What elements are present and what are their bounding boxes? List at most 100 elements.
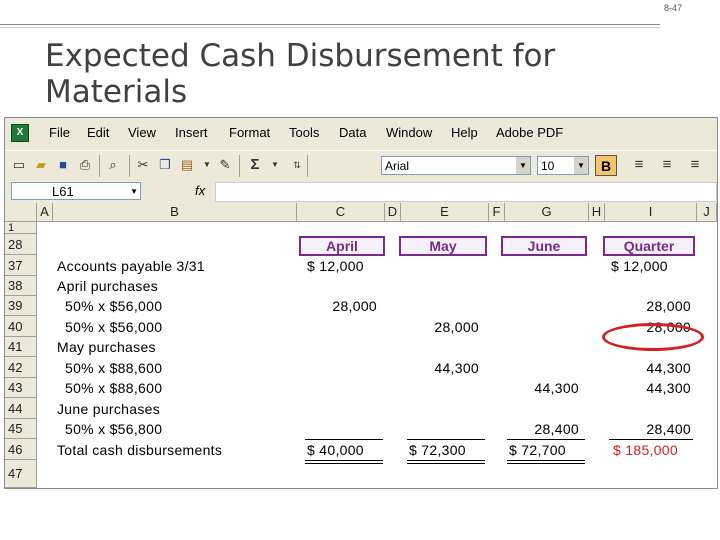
- row-header[interactable]: 42: [5, 357, 37, 378]
- align-right-icon[interactable]: ≡: [687, 157, 703, 173]
- label-may-half-1: 50% x $88,600: [65, 360, 163, 376]
- row-header[interactable]: 45: [5, 419, 37, 439]
- chevron-down-icon[interactable]: ▼: [199, 157, 215, 173]
- autosum-icon[interactable]: Σ: [247, 157, 263, 173]
- highlight-circle: [602, 323, 704, 351]
- paste-icon[interactable]: ▤: [179, 157, 195, 173]
- row-header[interactable]: 39: [5, 296, 37, 316]
- menu-data[interactable]: Data: [339, 125, 366, 140]
- menu-format[interactable]: Format: [229, 125, 270, 140]
- june-row45: 28,400: [534, 421, 579, 437]
- column-header-h[interactable]: H: [589, 203, 605, 221]
- header-quarter: Quarter: [603, 236, 695, 256]
- row-header[interactable]: 41: [5, 337, 37, 357]
- column-header-d[interactable]: D: [385, 203, 401, 221]
- column-header-i[interactable]: I: [605, 203, 697, 221]
- sheet-grid[interactable]: 1 28 37 38 39 40 41 42 43 44 45 46 47 Ap…: [5, 222, 717, 488]
- quarter-row43: 44,300: [646, 380, 691, 396]
- name-box[interactable]: L61 ▼: [11, 182, 141, 200]
- align-left-icon[interactable]: ≡: [631, 157, 647, 173]
- column-header-c[interactable]: C: [297, 203, 385, 221]
- row-header[interactable]: 44: [5, 398, 37, 419]
- double-underline-may: [407, 463, 485, 464]
- june-total: $ 72,700: [509, 442, 566, 458]
- font-size-dropdown[interactable]: 10 ▼: [537, 156, 589, 175]
- row-header[interactable]: 46: [5, 439, 37, 460]
- chevron-down-icon[interactable]: ▼: [574, 157, 588, 174]
- menu-adobe-pdf[interactable]: Adobe PDF: [496, 125, 563, 140]
- chevron-down-icon[interactable]: ▼: [516, 157, 530, 174]
- formula-bar: L61 ▼ fx: [5, 181, 717, 202]
- font-name-dropdown[interactable]: Arial ▼: [381, 156, 531, 175]
- save-icon[interactable]: ■: [55, 157, 71, 173]
- sort-icon[interactable]: ⇅: [289, 157, 305, 173]
- excel-icon[interactable]: X: [11, 124, 29, 142]
- new-file-icon[interactable]: ▭: [11, 157, 27, 173]
- toolbar-separator: [99, 155, 100, 177]
- double-underline-june: [507, 460, 585, 461]
- column-header-g[interactable]: G: [505, 203, 589, 221]
- top-rule-secondary: [0, 27, 660, 28]
- row-header[interactable]: 38: [5, 276, 37, 296]
- label-may-half-2: 50% x $88,600: [65, 380, 163, 396]
- print-icon[interactable]: ⎙: [77, 157, 93, 173]
- open-folder-icon[interactable]: ▰: [33, 157, 49, 173]
- toolbar-separator: [239, 155, 240, 177]
- row-header[interactable]: 40: [5, 316, 37, 337]
- row-header[interactable]: 1: [5, 222, 37, 234]
- toolbar-separator: [129, 155, 130, 177]
- chevron-down-icon[interactable]: ▼: [130, 183, 138, 201]
- double-underline-june: [507, 463, 585, 464]
- menu-edit[interactable]: Edit: [87, 125, 109, 140]
- double-underline-april: [305, 463, 383, 464]
- menu-bar: X File Edit View Insert Format Tools Dat…: [5, 118, 717, 148]
- select-all-corner[interactable]: [5, 203, 37, 221]
- row-header[interactable]: 47: [5, 460, 37, 488]
- slide-title: Expected Cash Disbursement for Materials: [45, 38, 556, 110]
- column-header-j[interactable]: J: [697, 203, 717, 221]
- column-header-e[interactable]: E: [401, 203, 489, 221]
- june-row43: 44,300: [534, 380, 579, 396]
- double-underline-may: [407, 460, 485, 461]
- menu-view[interactable]: View: [128, 125, 156, 140]
- standard-toolbar: ▭ ▰ ■ ⎙ ⌕ ✂ ❐ ▤ ▼ ✎ Σ ▼ ⇅ Arial ▼ 10 ▼ B…: [5, 150, 717, 181]
- menu-tools[interactable]: Tools: [289, 125, 319, 140]
- underline-quarter: [609, 439, 693, 440]
- row-header[interactable]: 37: [5, 255, 37, 276]
- header-may: May: [399, 236, 487, 256]
- april-total: $ 40,000: [307, 442, 364, 458]
- cut-icon[interactable]: ✂: [135, 157, 151, 173]
- menu-file[interactable]: File: [49, 125, 70, 140]
- label-june-purchases: June purchases: [57, 401, 161, 417]
- chevron-down-icon[interactable]: ▼: [267, 157, 283, 173]
- font-size-value: 10: [541, 159, 555, 173]
- may-row42: 44,300: [434, 360, 479, 376]
- column-header-a[interactable]: A: [37, 203, 53, 221]
- underline-april: [305, 439, 383, 440]
- fx-icon[interactable]: fx: [195, 183, 205, 198]
- align-center-icon[interactable]: ≡: [659, 157, 675, 173]
- label-may-purchases: May purchases: [57, 339, 156, 355]
- underline-may: [407, 439, 485, 440]
- header-june: June: [501, 236, 587, 256]
- menu-help[interactable]: Help: [451, 125, 478, 140]
- font-name-value: Arial: [385, 159, 410, 173]
- column-header-b[interactable]: B: [53, 203, 297, 221]
- format-painter-icon[interactable]: ✎: [217, 157, 233, 173]
- bold-button[interactable]: B: [595, 155, 617, 176]
- menu-window[interactable]: Window: [386, 125, 432, 140]
- formula-input[interactable]: [215, 182, 717, 202]
- toolbar-separator: [307, 155, 308, 177]
- menu-insert[interactable]: Insert: [175, 125, 208, 140]
- quarter-row39: 28,000: [646, 298, 691, 314]
- research-icon[interactable]: ⌕: [105, 157, 121, 173]
- row-header[interactable]: 28: [5, 234, 37, 255]
- quarter-row45: 28,400: [646, 421, 691, 437]
- top-rule: [0, 24, 660, 25]
- row-header[interactable]: 43: [5, 378, 37, 398]
- name-box-value: L61: [52, 184, 74, 199]
- copy-icon[interactable]: ❐: [157, 157, 173, 173]
- column-header-f[interactable]: F: [489, 203, 505, 221]
- april-accounts-payable: $ 12,000: [307, 258, 364, 274]
- column-headers: A B C D E F G H I J: [5, 203, 717, 222]
